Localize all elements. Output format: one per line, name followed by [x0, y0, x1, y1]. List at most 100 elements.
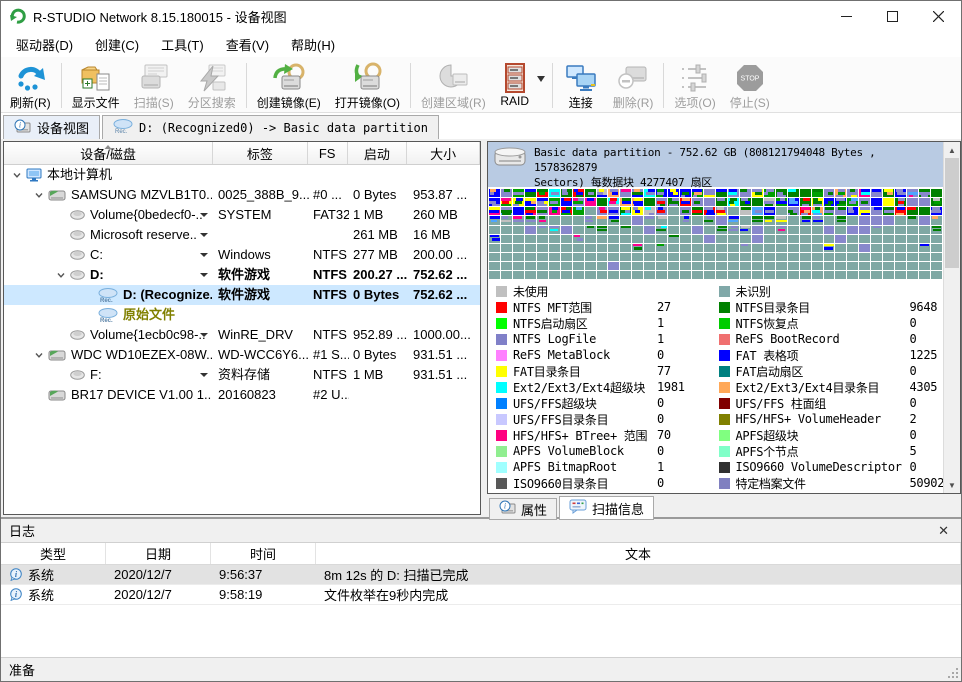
- block-cell: [740, 244, 751, 252]
- tab-scan-information[interactable]: 扫描信息: [559, 496, 654, 520]
- legend-count: 0: [910, 364, 917, 378]
- maximize-button[interactable]: [869, 1, 915, 31]
- tree-row-10[interactable]: F:资料存储NTFS1 MB931.51 ...: [4, 365, 480, 385]
- scroll-track[interactable]: [944, 268, 960, 477]
- tab-device-view[interactable]: i 设备视图: [3, 115, 100, 139]
- block-stripe: [851, 195, 857, 198]
- tree-row-5[interactable]: D:软件游戏NTFS200.27 ...752.62 ...: [4, 265, 480, 285]
- menu-item-0[interactable]: 驱动器(D): [5, 31, 84, 58]
- block-stripe: [681, 195, 686, 198]
- chevron-down-icon[interactable]: [8, 170, 26, 180]
- chevron-down-icon[interactable]: [30, 190, 48, 200]
- connect-button[interactable]: 连接: [556, 59, 606, 112]
- block-cell: [597, 189, 608, 197]
- tree-cell-boot: [349, 305, 409, 325]
- show-files-button[interactable]: 显示文件: [65, 59, 127, 112]
- chevron-down-icon[interactable]: [52, 270, 70, 280]
- legend-count: 5: [910, 444, 917, 458]
- legend-item: UFS/FFS 柱面组0: [719, 395, 942, 411]
- hdd-icon: [48, 189, 66, 201]
- scan-icon: [137, 61, 171, 94]
- block-cell: [597, 244, 608, 252]
- log-close-icon[interactable]: ✕: [934, 523, 953, 539]
- log-column-header-0[interactable]: 类型: [1, 543, 106, 564]
- scan-scrollbar[interactable]: ▲ ▼: [943, 142, 960, 493]
- menu-item-2[interactable]: 工具(T): [150, 31, 215, 58]
- legend-item: ReFS BootRecord0: [719, 331, 942, 347]
- tree-row-6[interactable]: Rec.D: (Recognize...软件游戏NTFS0 Bytes752.6…: [4, 285, 480, 305]
- block-stripe: [492, 238, 500, 241]
- refresh-button[interactable]: 刷新(R): [3, 59, 58, 112]
- scroll-up-icon[interactable]: ▲: [944, 142, 960, 158]
- scroll-thumb[interactable]: [945, 158, 959, 268]
- menu-item-3[interactable]: 查看(V): [215, 31, 280, 58]
- log-column-header-2[interactable]: 时间: [211, 543, 316, 564]
- block-cell: [489, 216, 500, 224]
- row-dropdown-arrow[interactable]: [200, 213, 208, 217]
- log-row-0[interactable]: i系统2020/12/79:56:378m 12s 的 D: 扫描已完成: [1, 565, 961, 585]
- block-cell: [824, 207, 835, 215]
- block-cell: [895, 198, 906, 206]
- tree-row-8[interactable]: Volume{1ecb0c98-..WinRE_DRVNTFS952.89 ..…: [4, 325, 480, 345]
- tab-recognized-partition[interactable]: Rec. D: (Recognized0) -> Basic data part…: [102, 115, 439, 139]
- log-column-header-1[interactable]: 日期: [106, 543, 211, 564]
- tree-row-0[interactable]: 本地计算机: [4, 165, 480, 185]
- row-dropdown-arrow[interactable]: [200, 273, 208, 277]
- tree-cell-device: 本地计算机: [4, 165, 214, 185]
- legend-item: Ext2/Ext3/Ext4目录条目4305: [719, 379, 942, 395]
- block-cell: [883, 244, 894, 252]
- raid-button[interactable]: RAID: [493, 59, 537, 112]
- row-dropdown-arrow[interactable]: [200, 333, 208, 337]
- chevron-down-icon[interactable]: [30, 350, 48, 360]
- row-dropdown-arrow[interactable]: [200, 233, 208, 237]
- block-cell: [561, 216, 572, 224]
- tree-column-header-0[interactable]: 设备/磁盘: [4, 142, 213, 164]
- tree-cell-device: F:: [4, 365, 214, 385]
- tree-column-header-4[interactable]: 大小: [407, 142, 480, 164]
- block-stripe: [550, 201, 557, 204]
- log-row-1[interactable]: i系统2020/12/79:58:19文件枚举在9秒内完成: [1, 585, 961, 605]
- legend-color-swatch: [719, 366, 730, 377]
- block-cell: [800, 253, 811, 261]
- tree-row-7[interactable]: Rec.原始文件: [4, 305, 480, 325]
- block-stripe: [887, 192, 893, 195]
- legend-item: FAT目录条目77: [496, 363, 719, 379]
- log-column-header-3[interactable]: 文本: [316, 543, 961, 564]
- tab-properties[interactable]: i 属性: [489, 498, 557, 520]
- legend-count: 27: [657, 300, 671, 314]
- block-cell: [692, 207, 703, 215]
- block-cell: [895, 253, 906, 261]
- tree-column-header-1[interactable]: 标签: [213, 142, 308, 164]
- tree-column-header-2[interactable]: FS: [308, 142, 348, 164]
- legend-color-swatch: [496, 318, 507, 329]
- tree-row-4[interactable]: C:WindowsNTFS277 MB200.00 ...: [4, 245, 480, 265]
- minimize-button[interactable]: [823, 1, 869, 31]
- tree-row-9[interactable]: WDC WD10EZEX-08W...WD-WCC6Y6...#1 S...0 …: [4, 345, 480, 365]
- open-image-button[interactable]: 打开镜像(O): [328, 59, 407, 112]
- block-cell: [597, 271, 608, 279]
- close-button[interactable]: [915, 1, 961, 31]
- row-dropdown-arrow[interactable]: [200, 373, 208, 377]
- menu-item-1[interactable]: 创建(C): [84, 31, 150, 58]
- tree-cell-label: WinRE_DRV: [214, 325, 309, 345]
- block-cell: [620, 198, 631, 206]
- row-dropdown-arrow[interactable]: [200, 253, 208, 257]
- scroll-down-icon[interactable]: ▼: [944, 477, 960, 493]
- block-stripe: [896, 213, 904, 216]
- block-cell: [537, 207, 548, 215]
- block-cell: [680, 189, 691, 197]
- tree-row-11[interactable]: BR17 DEVICE V1.00 1....20160823#2 U...: [4, 385, 480, 405]
- raid-dropdown-arrow[interactable]: [537, 59, 549, 112]
- block-cell: [692, 235, 703, 243]
- block-cell: [644, 226, 655, 234]
- menu-item-4[interactable]: 帮助(H): [280, 31, 346, 58]
- tree-row-1[interactable]: SAMSUNG MZVLB1T0...0025_388B_9...#0 ...0…: [4, 185, 480, 205]
- tree-column-header-3[interactable]: 启动: [348, 142, 408, 164]
- create-image-button[interactable]: 创建镜像(E): [250, 59, 328, 112]
- tree-row-3[interactable]: Microsoft reserve..261 MB16 MB: [4, 225, 480, 245]
- tree-cell-label: 软件游戏: [214, 265, 309, 285]
- block-stripe: [861, 213, 870, 216]
- tree-row-2[interactable]: Volume{0bedecf0-..SYSTEMFAT321 MB260 MB: [4, 205, 480, 225]
- resize-grip[interactable]: [946, 666, 958, 678]
- block-cell: [919, 207, 930, 215]
